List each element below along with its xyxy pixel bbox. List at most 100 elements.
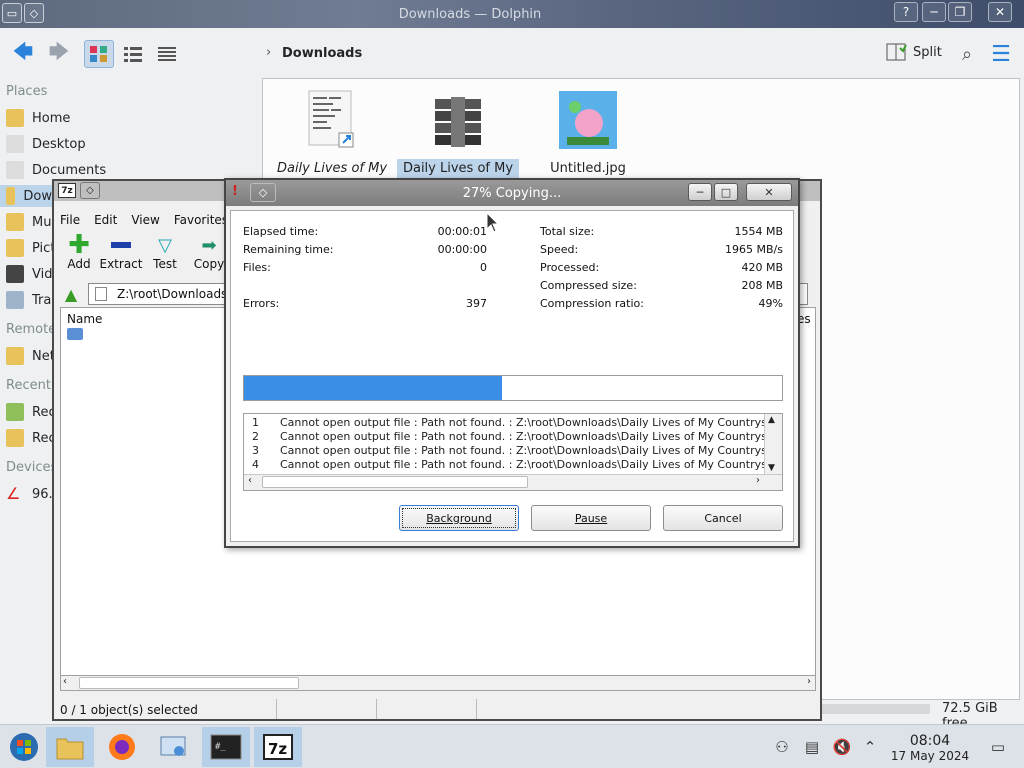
- add-label: Add: [67, 257, 91, 271]
- network-tray-icon[interactable]: ⚇: [772, 737, 792, 757]
- error-number: 2: [252, 430, 259, 443]
- scroll-up-icon[interactable]: ▲: [768, 415, 775, 425]
- start-menu-button[interactable]: [0, 727, 48, 767]
- copy-progress-dialog: ! ◇ 27% Copying... ─ □ ✕ Elapsed time: 0…: [224, 178, 800, 548]
- dialog-body: Elapsed time: 00:00:01 Remaining time: 0…: [230, 210, 794, 542]
- add-button[interactable]: ✚ Add: [56, 230, 102, 271]
- text-file-icon: [308, 90, 354, 148]
- compressed-size-value: 208 MB: [741, 279, 783, 292]
- horizontal-scrollbar[interactable]: ‹ ›: [60, 675, 816, 691]
- dolphin-titlebar[interactable]: ▭ ◇ Downloads — Dolphin ? ─ ❐ ✕: [0, 0, 1024, 28]
- processed-value: 420 MB: [741, 261, 783, 274]
- error-list[interactable]: 1 Cannot open output file : Path not fou…: [243, 413, 783, 491]
- compressed-size-label: Compressed size:: [540, 279, 637, 292]
- files-value: 0: [480, 261, 487, 274]
- taskbar-control-panel[interactable]: [150, 727, 198, 767]
- errors-label: Errors:: [243, 297, 280, 310]
- breadcrumb-chevron-icon: ›: [266, 45, 272, 60]
- compact-view-icon[interactable]: [118, 40, 148, 68]
- scroll-left-icon[interactable]: ‹: [248, 475, 252, 486]
- background-button[interactable]: Background: [399, 505, 519, 531]
- clipboard-tray-icon[interactable]: ▤: [802, 737, 822, 757]
- place-recent-files[interactable]: Rec: [6, 401, 56, 423]
- close-button[interactable]: ✕: [746, 183, 792, 201]
- clock-time[interactable]: 08:04: [890, 733, 970, 749]
- error-message: Cannot open output file : Path not found…: [280, 444, 783, 457]
- test-icon: ▽: [158, 234, 172, 256]
- close-button[interactable]: ✕: [988, 2, 1012, 22]
- terminal-icon: #_: [210, 734, 242, 760]
- scroll-right-icon[interactable]: ›: [807, 676, 811, 687]
- show-desktop-icon[interactable]: ▭: [988, 737, 1008, 757]
- path-drive-icon: [95, 287, 107, 301]
- place-network[interactable]: Net: [6, 345, 55, 367]
- forward-icon[interactable]: 🡆: [44, 39, 74, 68]
- taskbar-firefox[interactable]: [98, 727, 146, 767]
- icons-view-icon[interactable]: [84, 40, 114, 68]
- place-documents[interactable]: Documents: [6, 159, 106, 181]
- place-music[interactable]: Mu: [6, 211, 51, 233]
- tray-expand-icon[interactable]: ⌃: [860, 737, 880, 757]
- menu-favorites[interactable]: Favorites: [174, 213, 228, 227]
- place-label: Home: [32, 110, 71, 126]
- pause-button[interactable]: Pause: [531, 505, 651, 531]
- scroll-left-icon[interactable]: ‹: [63, 676, 67, 687]
- selection-status: 0 / 1 object(s) selected: [60, 703, 198, 717]
- details-view-icon[interactable]: [152, 40, 182, 68]
- place-label: Mu: [32, 214, 52, 230]
- place-home[interactable]: Home: [6, 107, 70, 129]
- sevenzip-menu-icon[interactable]: ◇: [80, 182, 100, 199]
- scroll-down-icon[interactable]: ▼: [768, 463, 775, 473]
- test-button[interactable]: ▽ Test: [142, 233, 188, 272]
- taskbar-7zip[interactable]: 7z: [254, 727, 302, 767]
- file-item-selected[interactable]: Daily Lives of My: [397, 89, 519, 178]
- file-item[interactable]: Daily Lives of My: [271, 89, 393, 178]
- menu-view[interactable]: View: [131, 213, 159, 227]
- search-icon[interactable]: ⌕: [952, 40, 982, 68]
- error-horizontal-scrollbar[interactable]: ‹ ›: [244, 474, 782, 490]
- cancel-button[interactable]: Cancel: [663, 505, 783, 531]
- dialog-titlebar[interactable]: ! ◇ 27% Copying... ─ □ ✕: [226, 180, 798, 206]
- place-desktop[interactable]: Desktop: [6, 133, 86, 155]
- clock-date[interactable]: 17 May 2024: [880, 749, 980, 763]
- error-vertical-scrollbar[interactable]: ▲ ▼: [764, 414, 782, 474]
- breadcrumb[interactable]: Downloads: [282, 46, 362, 61]
- scroll-right-icon[interactable]: ›: [756, 475, 760, 486]
- elapsed-time-label: Elapsed time:: [243, 225, 319, 238]
- column-name-header[interactable]: Name: [67, 312, 102, 326]
- extract-button[interactable]: Extract: [98, 233, 144, 271]
- pictures-folder-icon: [6, 239, 24, 257]
- minimize-button[interactable]: ─: [922, 2, 946, 22]
- menu-file[interactable]: File: [60, 213, 80, 227]
- taskbar-file-manager[interactable]: [46, 727, 94, 767]
- place-label: Dow: [23, 188, 52, 204]
- total-size-label: Total size:: [540, 225, 595, 238]
- image-file-icon: [559, 91, 617, 149]
- folder-icon[interactable]: [67, 328, 83, 340]
- test-label: Test: [153, 257, 177, 271]
- help-icon[interactable]: ?: [894, 2, 918, 22]
- place-pictures[interactable]: Pict: [6, 237, 55, 259]
- place-label: Desktop: [32, 136, 86, 152]
- hamburger-menu-icon[interactable]: ☰: [986, 40, 1016, 68]
- place-recent-locations[interactable]: Rec: [6, 427, 56, 449]
- taskbar-terminal[interactable]: #_: [202, 727, 250, 767]
- up-folder-icon[interactable]: ▲: [60, 283, 82, 305]
- total-size-value: 1554 MB: [734, 225, 783, 238]
- folder-icon: [56, 738, 84, 760]
- maximize-button[interactable]: ❐: [948, 2, 972, 22]
- place-downloads[interactable]: Dow: [0, 185, 52, 207]
- place-trash[interactable]: Tra: [6, 289, 51, 311]
- firefox-icon: [109, 734, 135, 760]
- minimize-button[interactable]: ─: [688, 183, 712, 201]
- split-button[interactable]: Split: [886, 42, 942, 62]
- place-device[interactable]: ∠ 96.: [6, 483, 53, 505]
- volume-muted-icon[interactable]: 🔇: [832, 737, 852, 757]
- back-icon[interactable]: 🡄: [8, 39, 38, 68]
- file-item[interactable]: Untitled.jpg: [527, 89, 649, 178]
- maximize-button[interactable]: □: [714, 183, 738, 201]
- menu-edit[interactable]: Edit: [94, 213, 117, 227]
- scroll-thumb[interactable]: [79, 677, 299, 689]
- place-videos[interactable]: Vid: [6, 263, 52, 285]
- scroll-thumb[interactable]: [262, 476, 528, 488]
